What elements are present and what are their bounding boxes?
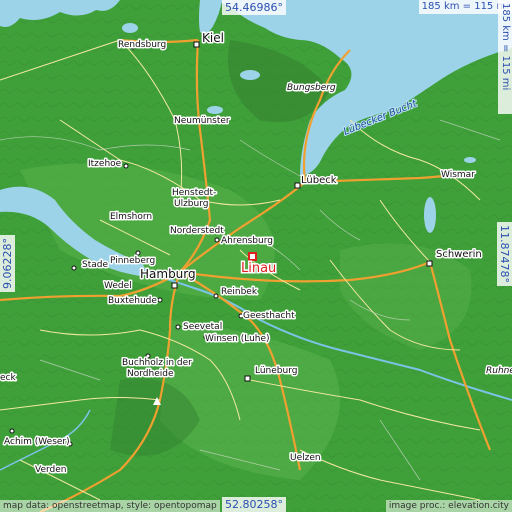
place-label-seevetal: Seevetal [183,322,222,332]
city-marker [171,282,178,289]
scale-vertical: 185 km = 115 mi [498,0,512,114]
lake [464,157,476,163]
lake [240,70,260,80]
place-label-uelzen: Uelzen [290,453,321,463]
schwerin-lake [424,197,436,233]
place-label-achim: Achim (Weser) [4,437,70,447]
place-label-henstedt-line2: Ulzburg [174,199,208,209]
place-label-kiel: Kiel [202,31,224,45]
place-label-geesthacht: Geesthacht [243,311,295,321]
map-canvas[interactable]: Lübecker Bucht Kiel Rendsburg Neumünster… [0,0,512,512]
place-label-verden: Verden [35,465,67,475]
target-location-label: Linau [241,261,276,276]
place-label-wedel: Wedel [104,281,132,291]
place-label-wismar: Wismar [441,170,475,180]
coord-left-label: 9.06228° [0,235,15,292]
town-marker [157,297,163,303]
place-label-stade: Stade [82,260,108,270]
place-label-winsen: Winsen (Luhe) [205,334,270,344]
town-marker [9,428,15,434]
place-label-elmshorn: Elmshorn [110,212,152,222]
place-label-partial: eck [0,373,16,383]
town-marker [135,250,141,256]
place-label-norderstedt: Norderstedt [170,226,224,236]
coord-bottom-label: 52.80258° [222,497,286,512]
place-label-buxtehude: Buxtehude [108,296,157,306]
place-label-luebeck: Lübeck [301,175,337,186]
place-label-hamburg: Hamburg [140,267,196,281]
town-marker [123,163,129,169]
place-label-neumuenster: Neumünster [174,116,230,126]
place-label-buchholz-line2: Nordheide [127,369,174,379]
place-label-ahrensburg: Ahrensburg [221,236,273,246]
city-marker [193,41,200,48]
place-label-buchholz-line1: Buchholz in der [122,358,192,368]
place-label-henstedt-line1: Henstedt- [172,188,216,198]
town-marker [214,237,220,243]
coord-top-label: 54.46986° [222,0,286,15]
place-label-rendsburg: Rendsburg [118,40,166,50]
lake [122,23,138,33]
place-label-schwerin: Schwerin [436,249,482,260]
coord-right-label: 11.87478° [497,222,512,286]
city-marker [426,260,433,267]
place-label-pinneberg: Pinneberg [110,256,155,266]
town-marker [71,265,77,271]
place-label-rohne: Ruhne [486,366,512,376]
city-marker [294,182,301,189]
place-label-bungsberg: Bungsberg [287,83,336,93]
attribution-right: image proc.: elevation.city [385,500,512,512]
place-label-reinbek: Reinbek [221,287,258,297]
attribution-left: map data: openstreetmap, style: opentopo… [0,500,220,512]
lake [207,106,223,114]
place-label-lueneburg: Lüneburg [255,366,297,376]
target-location-marker[interactable] [248,252,257,261]
city-marker [244,375,251,382]
town-marker [175,324,181,330]
place-label-itzehoe: Itzehoe [88,159,122,169]
town-marker [213,293,219,299]
